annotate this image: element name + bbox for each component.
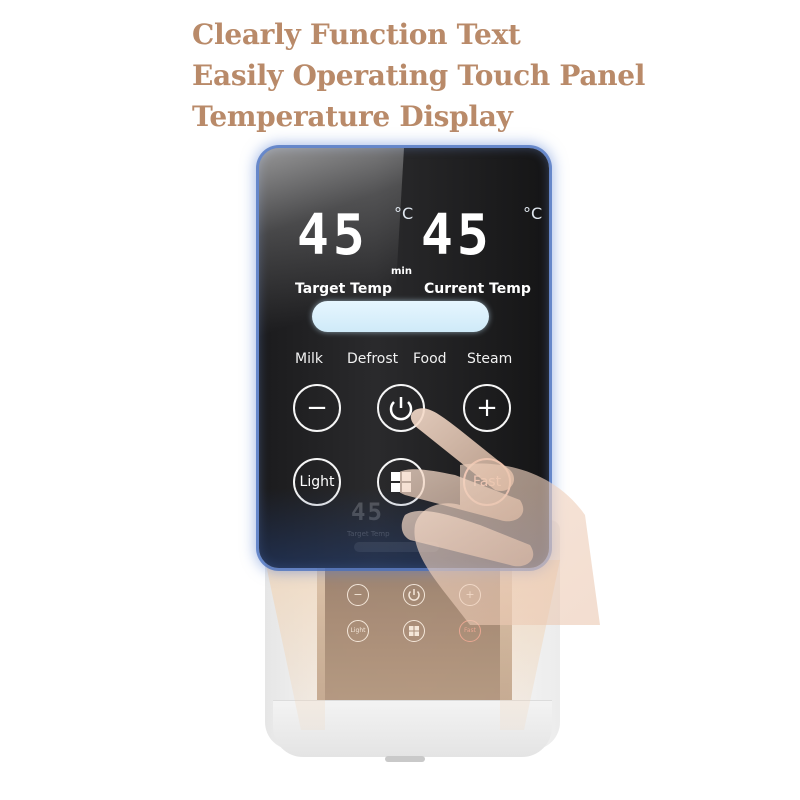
device-foot-pad <box>385 756 425 762</box>
plus-button[interactable]: + <box>463 384 511 432</box>
progress-bar <box>312 301 489 332</box>
mode-steam[interactable]: Steam <box>467 351 512 367</box>
mode-milk[interactable]: Milk <box>295 351 323 367</box>
current-temp-readout: 45 <box>420 203 493 268</box>
min-label: min <box>391 266 412 277</box>
device-light-button[interactable]: Light <box>347 620 369 642</box>
device-plus-button[interactable]: + <box>459 584 481 606</box>
headline-line-2: Easily Operating Touch Panel <box>192 59 646 92</box>
current-temp-label: Current Temp <box>424 281 531 297</box>
target-temp-unit: °C <box>394 204 414 223</box>
device-minus-button[interactable]: − <box>347 584 369 606</box>
power-icon <box>408 589 420 601</box>
target-temp-readout: 45 <box>296 203 369 268</box>
power-icon <box>389 397 413 421</box>
device-fast-button[interactable]: Fast <box>459 620 481 642</box>
panel-bottom-glow <box>259 488 549 568</box>
headline-line-1: Clearly Function Text <box>192 18 521 51</box>
grid-icon <box>409 626 419 636</box>
current-temp-unit: °C <box>523 204 543 223</box>
headline: Clearly Function Text Easily Operating T… <box>192 14 645 137</box>
mode-defrost[interactable]: Defrost <box>347 351 398 367</box>
touch-panel: 45 °C 45 °C min Target Temp Current Temp… <box>259 148 549 568</box>
headline-line-3: Temperature Display <box>192 100 513 133</box>
power-button[interactable] <box>377 384 425 432</box>
target-temp-label: Target Temp <box>295 281 392 297</box>
mode-food[interactable]: Food <box>413 351 447 367</box>
device-power-button[interactable] <box>403 584 425 606</box>
minus-button[interactable]: − <box>293 384 341 432</box>
device-menu-button[interactable] <box>403 620 425 642</box>
